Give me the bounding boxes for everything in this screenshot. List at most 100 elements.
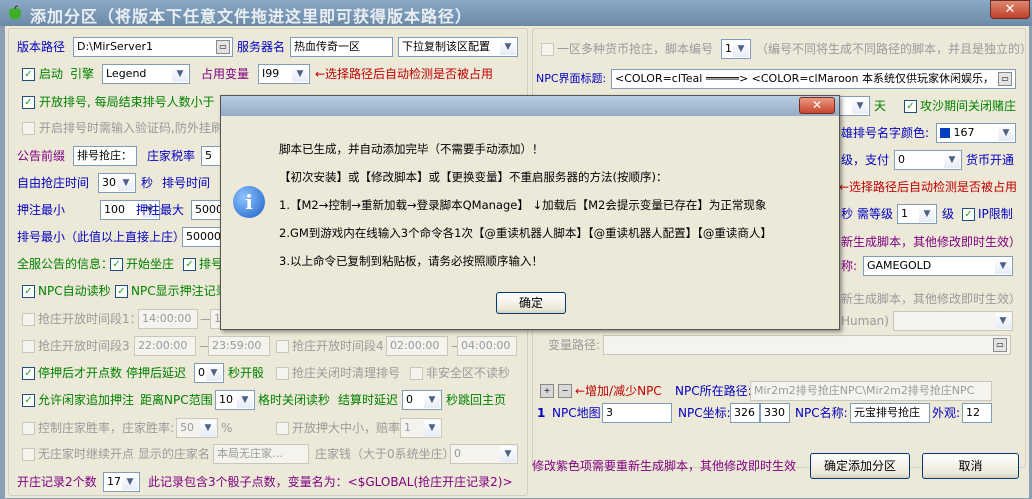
record-value: 17: [107, 475, 121, 488]
days-select[interactable]: ▼: [836, 96, 870, 116]
bigsmall-select[interactable]: 1 ▼: [400, 418, 442, 438]
noone-label: 无庄家时继续开点 显示的庄家名: [38, 447, 210, 461]
period3-checkbox[interactable]: [22, 340, 35, 353]
record-desc: 此记录包含3个骰子点数，变量名为：<$GLOBAL(抢庄开庄记录2)>: [148, 475, 513, 489]
npc-map-input[interactable]: 3: [602, 403, 672, 423]
var-select[interactable]: I99 ▼: [258, 64, 310, 84]
level-pay-select[interactable]: 0 ▼: [894, 150, 962, 170]
browse-icon[interactable]: ▭: [993, 338, 1007, 352]
control-checkbox[interactable]: [22, 422, 35, 435]
settle-select[interactable]: 0 ▼: [402, 390, 442, 410]
remove-icon[interactable]: −: [558, 384, 572, 398]
close-clear-checkbox[interactable]: [276, 367, 289, 380]
look-input[interactable]: 12: [962, 403, 992, 423]
npc-title-input[interactable]: <COLOR=clTeal ═════> <COLOR=clMaroon 本系统…: [611, 69, 1016, 89]
hero-color-select[interactable]: 167 ▼: [936, 123, 1016, 143]
npc-show-label: NPC显示押注记录: [131, 284, 228, 298]
noone-checkbox[interactable]: [22, 448, 35, 461]
var-path-input[interactable]: [603, 335, 1011, 355]
npc-x-input[interactable]: 326: [730, 403, 760, 423]
rank-checkbox[interactable]: ✓: [183, 258, 196, 271]
dialog-title-bar: [221, 96, 839, 116]
human-select[interactable]: ▼: [893, 311, 1013, 331]
open-rank-checkbox[interactable]: ✓: [22, 96, 35, 109]
period3-end[interactable]: 23:59:00: [208, 336, 270, 356]
currency-open-label: 货币开通: [966, 153, 1015, 167]
stop-delay-select[interactable]: 0 ▼: [194, 363, 224, 383]
npc-y-input[interactable]: 330: [760, 403, 790, 423]
add-icon[interactable]: +: [540, 384, 554, 398]
npc-autoread-checkbox[interactable]: ✓: [22, 285, 35, 298]
currency-name-select[interactable]: GAMEGOLD ▼: [863, 256, 1013, 276]
version-path-input[interactable]: D:\MirServer1: [73, 37, 233, 57]
browse-icon[interactable]: ▭: [998, 72, 1012, 86]
idle-checkbox[interactable]: ✓: [22, 394, 35, 407]
start-banker-checkbox[interactable]: ✓: [110, 258, 123, 271]
stop-delay-value: 0: [198, 366, 205, 379]
human-label: Human): [841, 314, 889, 328]
copy-config-value: 下拉复制该区配置: [402, 40, 490, 53]
free-time-select[interactable]: 30 ▼: [98, 173, 136, 193]
enable-label: 启动: [39, 67, 64, 81]
idle-label: 允许闲家追加押注: [38, 393, 135, 407]
npc-coord-label: NPC坐标:: [678, 406, 731, 420]
prefix-label: 公告前缀: [17, 149, 66, 163]
chevron-down-icon: ▼: [500, 446, 516, 462]
copy-config-select[interactable]: 下拉复制该区配置 ▼: [398, 37, 518, 57]
min-rank-input[interactable]: 50000: [182, 227, 223, 247]
script-no-select[interactable]: 1 ▼: [721, 39, 751, 59]
record-select[interactable]: 17 ▼: [103, 472, 140, 492]
bigsmall-checkbox[interactable]: [276, 422, 289, 435]
ok-button[interactable]: 确定: [496, 292, 566, 314]
days-label: 天: [874, 99, 887, 113]
period4-checkbox[interactable]: [276, 340, 289, 353]
multi-currency-checkbox[interactable]: [541, 43, 554, 56]
percent-sign: %: [221, 421, 233, 435]
min-coin-label: 庄家钱（大于0系统坐庄）: [315, 447, 455, 461]
control-value: 50: [180, 421, 194, 434]
need-level-select[interactable]: 1 ▼: [897, 204, 937, 224]
multi-currency-label: 一区多种货币抢庄，脚本编号: [557, 42, 714, 56]
npc-show-checkbox[interactable]: ✓: [115, 285, 128, 298]
ip-limit-label: IP限制: [978, 207, 1013, 221]
period1-checkbox[interactable]: [22, 313, 35, 326]
verify-label: 开启排号时需输入验证码,防外挂刷: [39, 121, 223, 135]
npc-path-input[interactable]: Mir2m2排号抢庄NPC\Mir2m2排号抢庄NPC: [750, 381, 992, 401]
var-label: 占用变量: [201, 67, 250, 81]
siege-checkbox[interactable]: ✓: [904, 100, 917, 113]
min-coin-select[interactable]: 0 ▼: [450, 444, 518, 464]
noone-input[interactable]: 本局无庄家…: [213, 444, 309, 464]
var-hint: ←选择路径后自动检测是否被占用: [315, 67, 494, 81]
server-name-input[interactable]: 热血传奇一区: [290, 37, 393, 57]
period3-start[interactable]: 22:00:00: [134, 336, 196, 356]
close-icon[interactable]: ✕: [990, 0, 1030, 19]
engine-select[interactable]: Legend ▼: [102, 64, 190, 84]
confirm-add-button[interactable]: 确定添加分区: [810, 453, 910, 479]
prefix-input[interactable]: 排号抢庄：: [73, 146, 137, 166]
period4-start[interactable]: 02:00:00: [386, 336, 448, 356]
stop-checkbox[interactable]: ✓: [22, 367, 35, 380]
period1-start[interactable]: 14:00:00: [138, 309, 198, 329]
control-select[interactable]: 50 ▼: [176, 418, 218, 438]
unsafe-checkbox[interactable]: [410, 367, 423, 380]
rank-time-label: 排号时间: [162, 176, 211, 190]
record-label: 开庄记录2个数: [17, 475, 97, 489]
regen-hint2: 新生成脚本，其他修改即时生效）: [841, 292, 1022, 306]
browse-icon[interactable]: ▭: [216, 40, 230, 54]
dialog-line-4: 2.GM到游戏内在线输入3个命令各1次【@重读机器人脚本】【@重读机器人配置】【…: [279, 226, 772, 240]
var-value: I99: [262, 67, 280, 80]
hero-color-value: 167: [953, 126, 975, 139]
verify-checkbox[interactable]: [22, 122, 35, 135]
period4-end[interactable]: 04:00:00: [457, 336, 517, 356]
npc-name-input[interactable]: 元宝排号抢庄: [850, 403, 930, 423]
npc-range-select[interactable]: 10 ▼: [215, 390, 255, 410]
range-unit: 格时关闭读秒: [258, 393, 331, 407]
broadcast-label: 全服公告的信息：: [17, 257, 114, 271]
enable-checkbox[interactable]: ✓: [22, 68, 35, 81]
close-clear-label: 抢庄关闭时清理排号: [292, 366, 401, 380]
unsafe-label: 非安全区不读秒: [426, 366, 511, 380]
close-icon[interactable]: ✕: [799, 97, 835, 114]
cancel-button[interactable]: 取消: [922, 453, 1019, 479]
max-bet-input[interactable]: 50000: [191, 200, 223, 220]
ip-limit-checkbox[interactable]: ✓: [962, 208, 975, 221]
